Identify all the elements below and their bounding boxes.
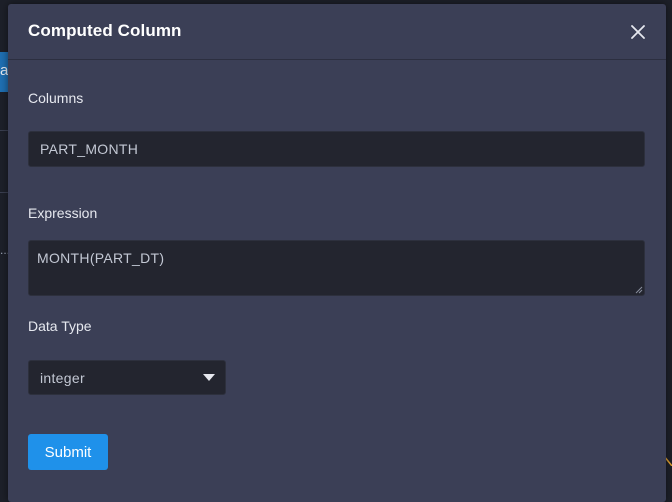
- caret-down-icon: [203, 374, 215, 381]
- data-type-select[interactable]: integer: [28, 360, 226, 395]
- resize-grip-icon[interactable]: [635, 286, 643, 294]
- columns-label: Columns: [28, 90, 84, 106]
- expression-textarea[interactable]: MONTH(PART_DT): [28, 240, 645, 296]
- expression-label: Expression: [28, 205, 98, 221]
- submit-button[interactable]: Submit: [28, 434, 108, 470]
- close-icon: [631, 25, 645, 39]
- close-button[interactable]: [628, 22, 648, 42]
- dialog-title: Computed Column: [28, 21, 182, 40]
- data-type-label: Data Type: [28, 318, 92, 334]
- background-divider: [0, 130, 8, 131]
- data-type-selected-value: integer: [40, 370, 85, 386]
- dialog-header: Computed Column: [8, 4, 666, 60]
- columns-input[interactable]: [28, 131, 645, 167]
- computed-column-dialog: Computed Column Columns Expression MONTH…: [8, 4, 666, 502]
- background-divider: [0, 192, 8, 193]
